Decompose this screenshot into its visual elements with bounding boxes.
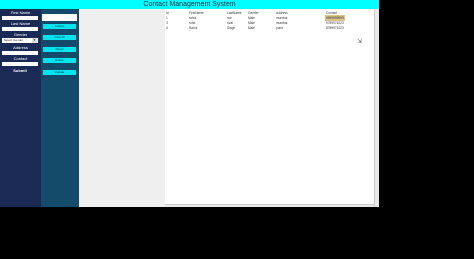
last-name-label: Last Name [10, 21, 31, 26]
contact-label: Contact [13, 56, 28, 61]
first-name-label: First Name [10, 10, 31, 15]
vertical-scrollbar[interactable] [374, 9, 379, 207]
cell-id: 4 [166, 26, 168, 30]
cell-contact: 8789971023 [326, 26, 344, 30]
cell-gender: Male [248, 26, 255, 30]
address-label: Address [13, 45, 28, 50]
chevron-down-icon[interactable]: ▼ [32, 38, 37, 43]
cell-firstname: Rahul [189, 26, 198, 30]
last-name-field[interactable] [2, 27, 38, 31]
window-title: Contact Management System [0, 0, 379, 9]
mouse-cursor-icon: ⇲ [357, 39, 363, 45]
gender-select[interactable]: Select Gender ▼ [2, 38, 38, 43]
table-row[interactable]: 4 Rahul Singh Male pune 8789971023 [165, 25, 374, 31]
gender-select-value: Select Gender [4, 38, 24, 42]
address-field[interactable] [2, 51, 38, 55]
reset-button[interactable]: Reset [43, 47, 76, 52]
form-panel: First Name Last Name Gender Select Gende… [0, 9, 41, 207]
search-input[interactable] [42, 14, 77, 21]
first-name-field[interactable] [2, 16, 38, 20]
search-button[interactable]: Search [43, 24, 76, 29]
cell-address: pune [276, 26, 284, 30]
spacer-panel [79, 9, 165, 207]
gender-label: Gender [13, 32, 28, 37]
cell-lastname: Singh [227, 26, 236, 30]
view-all-button[interactable]: View All [43, 35, 76, 40]
update-button[interactable]: Update [43, 70, 76, 75]
delete-button[interactable]: Delete [43, 58, 76, 63]
app-window: Contact Management System First Name Las… [0, 0, 379, 207]
contacts-table[interactable]: id FirstName LastName Gender Address Con… [165, 10, 374, 205]
horizontal-scrollbar[interactable] [165, 204, 374, 207]
contact-field[interactable] [2, 62, 38, 66]
submit-button[interactable]: Submit [2, 68, 38, 74]
